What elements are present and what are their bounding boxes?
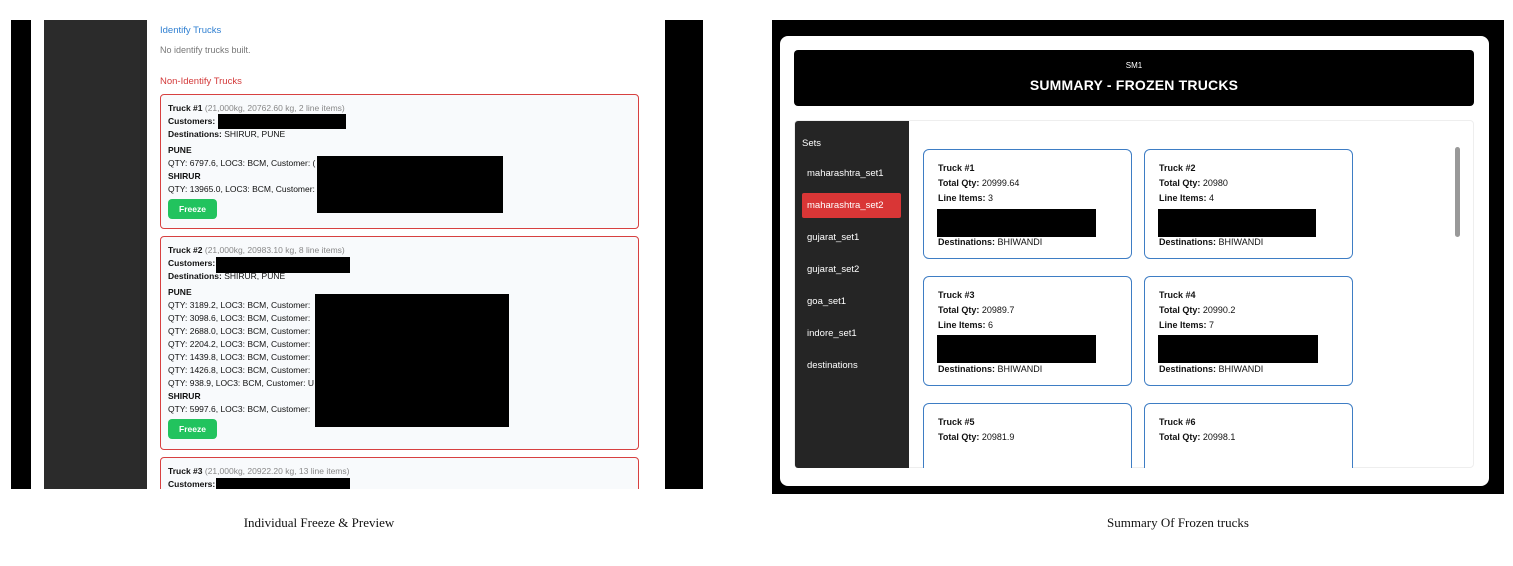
frozen-truck-card[interactable]: Truck #3 Total Qty: 20989.7 Line Items: … xyxy=(923,276,1132,386)
truck-title: Truck #2 xyxy=(168,245,203,255)
set-item[interactable]: destinations xyxy=(802,353,901,378)
sets-heading: Sets xyxy=(802,138,822,149)
set-item-active[interactable]: maharashtra_set2 xyxy=(802,193,901,218)
vertical-scrollbar[interactable] xyxy=(1455,147,1460,237)
set-item[interactable]: gujarat_set1 xyxy=(802,225,901,250)
total-qty-label: Total Qty: xyxy=(1159,178,1201,188)
truck-title: Truck #1 xyxy=(168,103,203,113)
set-item[interactable]: goa_set1 xyxy=(802,289,901,314)
identify-trucks-heading: Identify Trucks xyxy=(160,25,222,36)
line-items-label: Line Items: xyxy=(1159,320,1207,330)
redaction-block xyxy=(216,257,350,273)
destinations-value: BHIWANDI xyxy=(997,237,1043,247)
freeze-button[interactable]: Freeze xyxy=(168,199,217,219)
page-title: SUMMARY - FROZEN TRUCKS xyxy=(1029,77,1239,93)
customers-label: Customers: xyxy=(168,116,216,126)
redaction-block xyxy=(317,156,503,213)
total-qty-label: Total Qty: xyxy=(1159,305,1201,315)
summary-screenshot: SM1 SUMMARY - FROZEN TRUCKS Sets maharas… xyxy=(772,20,1504,494)
page-subtitle: SM1 xyxy=(1125,61,1143,70)
trucks-content: Identify Trucks No identify trucks built… xyxy=(160,20,640,489)
truck-title: Truck #6 xyxy=(1159,417,1196,427)
destinations-label: Destinations: xyxy=(1159,364,1217,374)
freeze-preview-screenshot: Identify Trucks No identify trucks built… xyxy=(11,20,703,489)
frozen-truck-card[interactable]: Truck #1 Total Qty: 20999.64 Line Items:… xyxy=(923,149,1132,259)
total-qty-value: 20999.64 xyxy=(981,178,1020,188)
destinations-value: BHIWANDI xyxy=(1218,237,1264,247)
truck-card-header: Truck #3 (21,000kg, 20922.20 kg, 13 line… xyxy=(168,465,631,478)
destinations-label: Destinations: xyxy=(168,129,222,139)
truck-title: Truck #1 xyxy=(938,163,975,173)
set-item[interactable]: gujarat_set2 xyxy=(802,257,901,282)
redaction-block xyxy=(1158,209,1316,237)
destinations-label: Destinations: xyxy=(938,364,996,374)
truck-card-header: Truck #2 (21,000kg, 20983.10 kg, 8 line … xyxy=(168,244,631,257)
total-qty-label: Total Qty: xyxy=(938,305,980,315)
line-items-value: 6 xyxy=(988,320,994,330)
truck-title: Truck #4 xyxy=(1159,290,1196,300)
destinations-value: BHIWANDI xyxy=(1218,364,1264,374)
truck-card: Truck #1 (21,000kg, 20762.60 kg, 2 line … xyxy=(160,94,639,229)
freeze-button[interactable]: Freeze xyxy=(168,419,217,439)
frozen-truck-card[interactable]: Truck #4 Total Qty: 20990.2 Line Items: … xyxy=(1144,276,1353,386)
right-caption: Summary Of Frozen trucks xyxy=(1107,515,1249,530)
truck-card: Truck #3 (21,000kg, 20922.20 kg, 13 line… xyxy=(160,457,639,489)
total-qty-value: 20998.1 xyxy=(1202,432,1236,442)
destinations-value: BHIWANDI xyxy=(997,364,1043,374)
total-qty-label: Total Qty: xyxy=(938,432,980,442)
total-qty-value: 20989.7 xyxy=(981,305,1015,315)
truck-title: Truck #5 xyxy=(938,417,975,427)
truck-destinations: SHIRUR, PUNE xyxy=(224,129,286,139)
set-item[interactable]: maharashtra_set1 xyxy=(802,161,901,186)
frozen-trucks-grid: Truck #1 Total Qty: 20999.64 Line Items:… xyxy=(909,121,1475,468)
customers-label: Customers: xyxy=(168,258,216,268)
left-caption: Individual Freeze & Preview xyxy=(243,515,395,530)
non-identify-trucks-heading: Non-Identify Trucks xyxy=(160,76,242,87)
total-qty-label: Total Qty: xyxy=(1159,432,1201,442)
page-header: SM1 SUMMARY - FROZEN TRUCKS xyxy=(794,50,1474,106)
total-qty-value: 20980 xyxy=(1202,178,1228,188)
destinations-label: Destinations: xyxy=(938,237,996,247)
frozen-truck-card[interactable]: Truck #2 Total Qty: 20980 Line Items: 4 … xyxy=(1144,149,1353,259)
truck-card: Truck #2 (21,000kg, 20983.10 kg, 8 line … xyxy=(160,236,639,450)
redaction-block xyxy=(218,114,346,129)
line-items-label: Line Items: xyxy=(938,193,986,203)
redaction-block xyxy=(216,478,350,489)
line-items-label: Line Items: xyxy=(1159,193,1207,203)
redaction-block xyxy=(937,209,1096,237)
redaction-block xyxy=(1158,335,1318,363)
line-items-value: 7 xyxy=(1209,320,1215,330)
line-items-label: Line Items: xyxy=(938,320,986,330)
redaction-block xyxy=(315,294,509,427)
total-qty-value: 20981.9 xyxy=(981,432,1015,442)
app-window: SM1 SUMMARY - FROZEN TRUCKS Sets maharas… xyxy=(780,36,1489,486)
redaction-block xyxy=(937,335,1096,363)
truck-meta: (21,000kg, 20762.60 kg, 2 line items) xyxy=(204,103,345,113)
summary-panel: Sets maharashtra_set1 maharashtra_set2 g… xyxy=(794,120,1474,468)
destinations-label: Destinations: xyxy=(1159,237,1217,247)
frozen-truck-card[interactable]: Truck #6 Total Qty: 20998.1 xyxy=(1144,403,1353,468)
truck-title: Truck #3 xyxy=(168,466,203,476)
line-items-value: 3 xyxy=(988,193,994,203)
identify-trucks-note: No identify trucks built. xyxy=(160,45,251,55)
frozen-truck-card[interactable]: Truck #5 Total Qty: 20981.9 xyxy=(923,403,1132,468)
truck-meta: (21,000kg, 20983.10 kg, 8 line items) xyxy=(204,245,345,255)
line-items-value: 4 xyxy=(1209,193,1215,203)
total-qty-value: 20990.2 xyxy=(1202,305,1236,315)
truck-title: Truck #3 xyxy=(938,290,975,300)
sets-sidebar: Sets maharashtra_set1 maharashtra_set2 g… xyxy=(795,121,909,468)
total-qty-label: Total Qty: xyxy=(938,178,980,188)
app-sidebar xyxy=(44,20,147,489)
customers-label: Customers: xyxy=(168,479,216,489)
destinations-label: Destinations: xyxy=(168,271,222,281)
truck-title: Truck #2 xyxy=(1159,163,1196,173)
truck-meta: (21,000kg, 20922.20 kg, 13 line items) xyxy=(204,466,350,476)
set-item[interactable]: indore_set1 xyxy=(802,321,901,346)
